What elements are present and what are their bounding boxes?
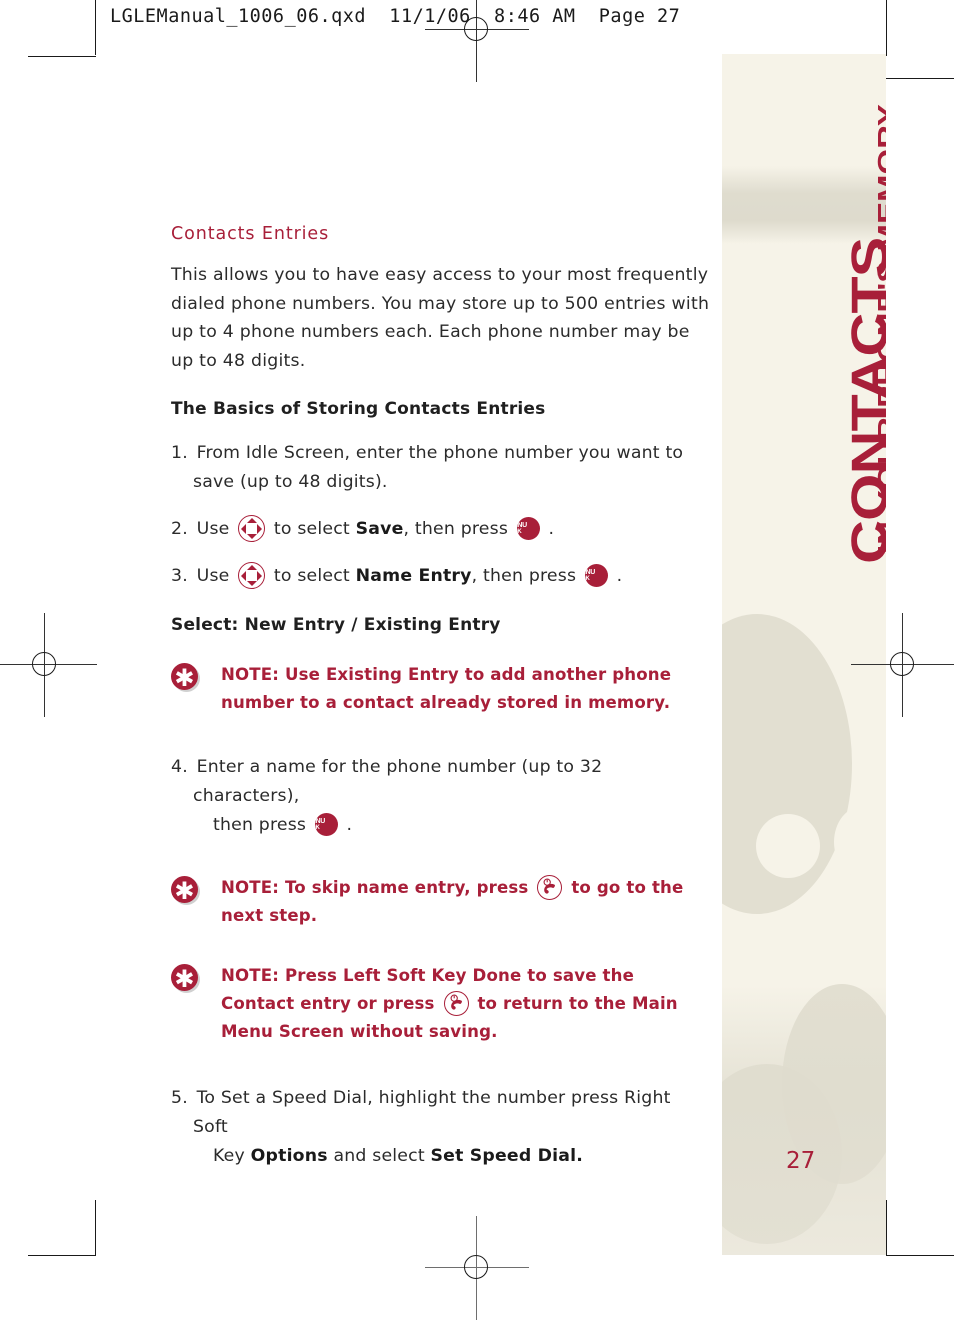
step-bold-label: Name Entry <box>355 566 472 586</box>
dpad-right-arrow <box>257 570 263 581</box>
step-text-end: . <box>548 519 555 539</box>
asterisk-icon: ✱ <box>171 876 198 905</box>
step-number: 5. <box>171 1088 188 1108</box>
crop-mark-bottom-left-vertical <box>95 1200 96 1256</box>
asterisk-icon: ✱ <box>171 663 198 692</box>
sidebar-title-group: CONTACTS IN YOUR PHONE'S MEMORY <box>722 54 886 1255</box>
navigation-dpad-icon <box>238 562 266 589</box>
print-header-text: LGLEManual_1006_06.qxd 11/1/06 8:46 AM P… <box>110 6 681 27</box>
note-text: NOTE: Use Existing Entry to add another … <box>221 665 672 712</box>
subheading-select: Select: New Entry / Existing Entry <box>171 615 501 635</box>
step-text-line1: To Set a Speed Dial, highlight the numbe… <box>193 1088 671 1137</box>
page-title: Contacts Entries <box>171 224 330 244</box>
menu-ok-key-icon: MENU OK <box>584 564 608 587</box>
step-number: 3. <box>171 566 188 586</box>
step-text-line2: Key <box>213 1146 245 1166</box>
menu-ok-key-icon: MENU OK <box>314 813 338 836</box>
dpad-down-arrow <box>246 534 257 539</box>
crop-mark-top-right-vertical <box>886 0 887 56</box>
asterisk-glyph: ✱ <box>174 965 195 993</box>
registration-circle <box>890 652 914 676</box>
end-call-key-icon <box>537 875 563 900</box>
step-bold-label: Save <box>355 519 404 539</box>
step-number: 1. <box>171 443 188 463</box>
step-text-line1: Enter a name for the phone number (up to… <box>193 757 603 806</box>
subheading-basics: The Basics of Storing Contacts Entries <box>171 399 546 419</box>
registration-mark-right <box>851 613 954 717</box>
dpad-up-arrow <box>246 565 257 570</box>
crop-mark-bottom-left-horizontal <box>28 1255 96 1256</box>
list-item-step-3: 3. Use to select Name Entry, then press … <box>171 562 711 591</box>
main-content: Contacts Entries This allows you to have… <box>171 224 711 1189</box>
sidebar-tab: CONTACTS IN YOUR PHONE'S MEMORY <box>722 54 886 1255</box>
list-item-step-2: 2. Use to select Save, then press MENU O… <box>171 515 711 544</box>
step-text-after: , then press <box>471 566 577 586</box>
list-item-step-5: 5. To Set a Speed Dial, highlight the nu… <box>171 1084 711 1171</box>
note-block-1: ✱ NOTE: Use Existing Entry to add anothe… <box>171 661 711 717</box>
sidebar-subtitle: IN YOUR PHONE'S MEMORY <box>872 104 886 554</box>
note-text-before: NOTE: To skip name entry, press <box>221 878 529 897</box>
note-block-3: ✱ NOTE: Press Left Soft Key Done to save… <box>171 962 711 1046</box>
menu-ok-line2: OK <box>585 576 590 582</box>
note-block-2: ✱ NOTE: To skip name entry, press to go … <box>171 874 711 930</box>
step-bold-label-options: Options <box>250 1146 328 1166</box>
navigation-dpad-icon <box>238 515 266 542</box>
menu-ok-line1: MENU <box>585 569 596 576</box>
crop-mark-top-left-horizontal <box>28 56 96 57</box>
step-text-end: . <box>346 815 353 835</box>
crop-mark-bottom-right-vertical <box>886 1200 887 1256</box>
crop-mark-top-left-vertical <box>95 0 96 55</box>
step-text-middle: to select <box>273 566 350 586</box>
step-text-after: , then press <box>403 519 509 539</box>
asterisk-icon: ✱ <box>171 964 198 993</box>
step-text: From Idle Screen, enter the phone number… <box>193 443 684 492</box>
menu-ok-line1: MENU <box>517 522 528 529</box>
step-text-middle: and select <box>333 1146 425 1166</box>
registration-circle <box>32 652 56 676</box>
asterisk-glyph: ✱ <box>174 664 195 692</box>
menu-ok-line1: MENU <box>315 818 326 825</box>
crop-mark-bottom-right-horizontal <box>886 1255 954 1256</box>
step-text-before: Use <box>196 519 230 539</box>
dpad-left-arrow <box>241 570 247 581</box>
end-key-glyph <box>450 994 462 1010</box>
registration-circle <box>464 1255 488 1279</box>
menu-ok-line2: OK <box>517 529 522 535</box>
step-text-before: Use <box>196 566 230 586</box>
step-number: 4. <box>171 757 188 777</box>
dpad-down-arrow <box>246 581 257 586</box>
registration-mark-left <box>0 613 97 717</box>
page-number: 27 <box>786 1148 816 1174</box>
end-call-key-icon <box>443 991 469 1016</box>
intro-paragraph: This allows you to have easy access to y… <box>171 265 710 371</box>
dpad-up-arrow <box>246 518 257 523</box>
step-text-end: . <box>616 566 623 586</box>
step-text-middle: to select <box>273 519 350 539</box>
menu-ok-line2: OK <box>315 825 320 831</box>
step-text-line2: then press <box>213 815 307 835</box>
dpad-left-arrow <box>241 523 247 534</box>
menu-ok-key-icon: MENU OK <box>516 517 540 540</box>
list-item-step-1: 1. From Idle Screen, enter the phone num… <box>171 439 711 497</box>
end-key-glyph <box>543 878 556 894</box>
asterisk-glyph: ✱ <box>174 877 195 905</box>
dpad-right-arrow <box>257 523 263 534</box>
step-bold-label-speed-dial: Set Speed Dial. <box>430 1146 584 1166</box>
crop-mark-top-right-horizontal <box>886 78 954 79</box>
step-number: 2. <box>171 519 188 539</box>
registration-mark-bottom <box>425 1216 529 1320</box>
list-item-step-4: 4. Enter a name for the phone number (up… <box>171 753 711 840</box>
